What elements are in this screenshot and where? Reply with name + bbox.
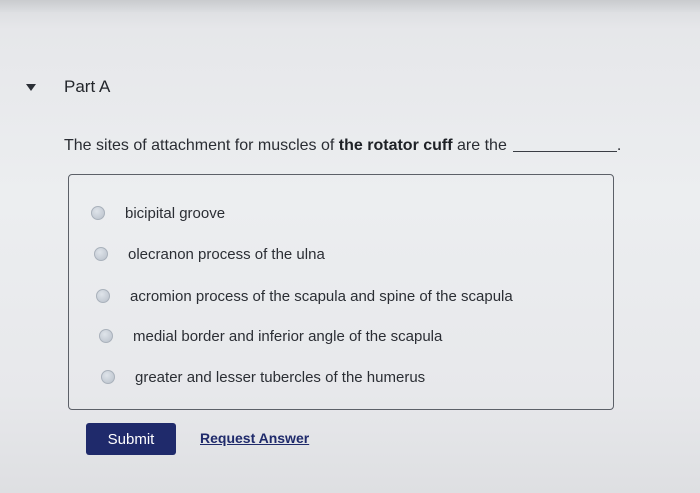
option-label: greater and lesser tubercles of the hume… [135, 368, 426, 386]
option-2[interactable]: olecranon process of the ulna [94, 243, 325, 265]
request-answer-link[interactable]: Request Answer [200, 430, 309, 446]
radio-button[interactable] [101, 370, 115, 384]
radio-button[interactable] [94, 247, 108, 261]
question-text: The sites of attachment for muscles of t… [64, 137, 621, 155]
answer-options-box: bicipital groove olecranon process of th… [68, 174, 614, 410]
option-1[interactable]: bicipital groove [91, 202, 225, 224]
question-emphasis: the rotator cuff [338, 137, 453, 154]
option-label: olecranon process of the ulna [128, 245, 325, 263]
radio-button[interactable] [91, 206, 105, 220]
radio-button[interactable] [99, 329, 113, 343]
question-end: . [616, 137, 622, 154]
radio-button[interactable] [96, 289, 110, 303]
top-edge [0, 0, 700, 12]
option-label: bicipital groove [125, 204, 226, 222]
submit-button[interactable]: Submit [86, 423, 176, 455]
part-header[interactable]: Part A [26, 76, 110, 98]
part-title: Part A [64, 77, 111, 96]
question-prefix: The sites of attachment for muscles of [64, 137, 335, 154]
answer-blank [512, 151, 617, 152]
option-5[interactable]: greater and lesser tubercles of the hume… [101, 366, 425, 388]
caret-down-icon[interactable] [26, 83, 36, 91]
option-3[interactable]: acromion process of the scapula and spin… [96, 285, 513, 307]
option-label: acromion process of the scapula and spin… [130, 287, 513, 305]
option-4[interactable]: medial border and inferior angle of the … [99, 325, 442, 347]
option-label: medial border and inferior angle of the … [133, 327, 443, 345]
question-suffix: are the [457, 137, 507, 154]
